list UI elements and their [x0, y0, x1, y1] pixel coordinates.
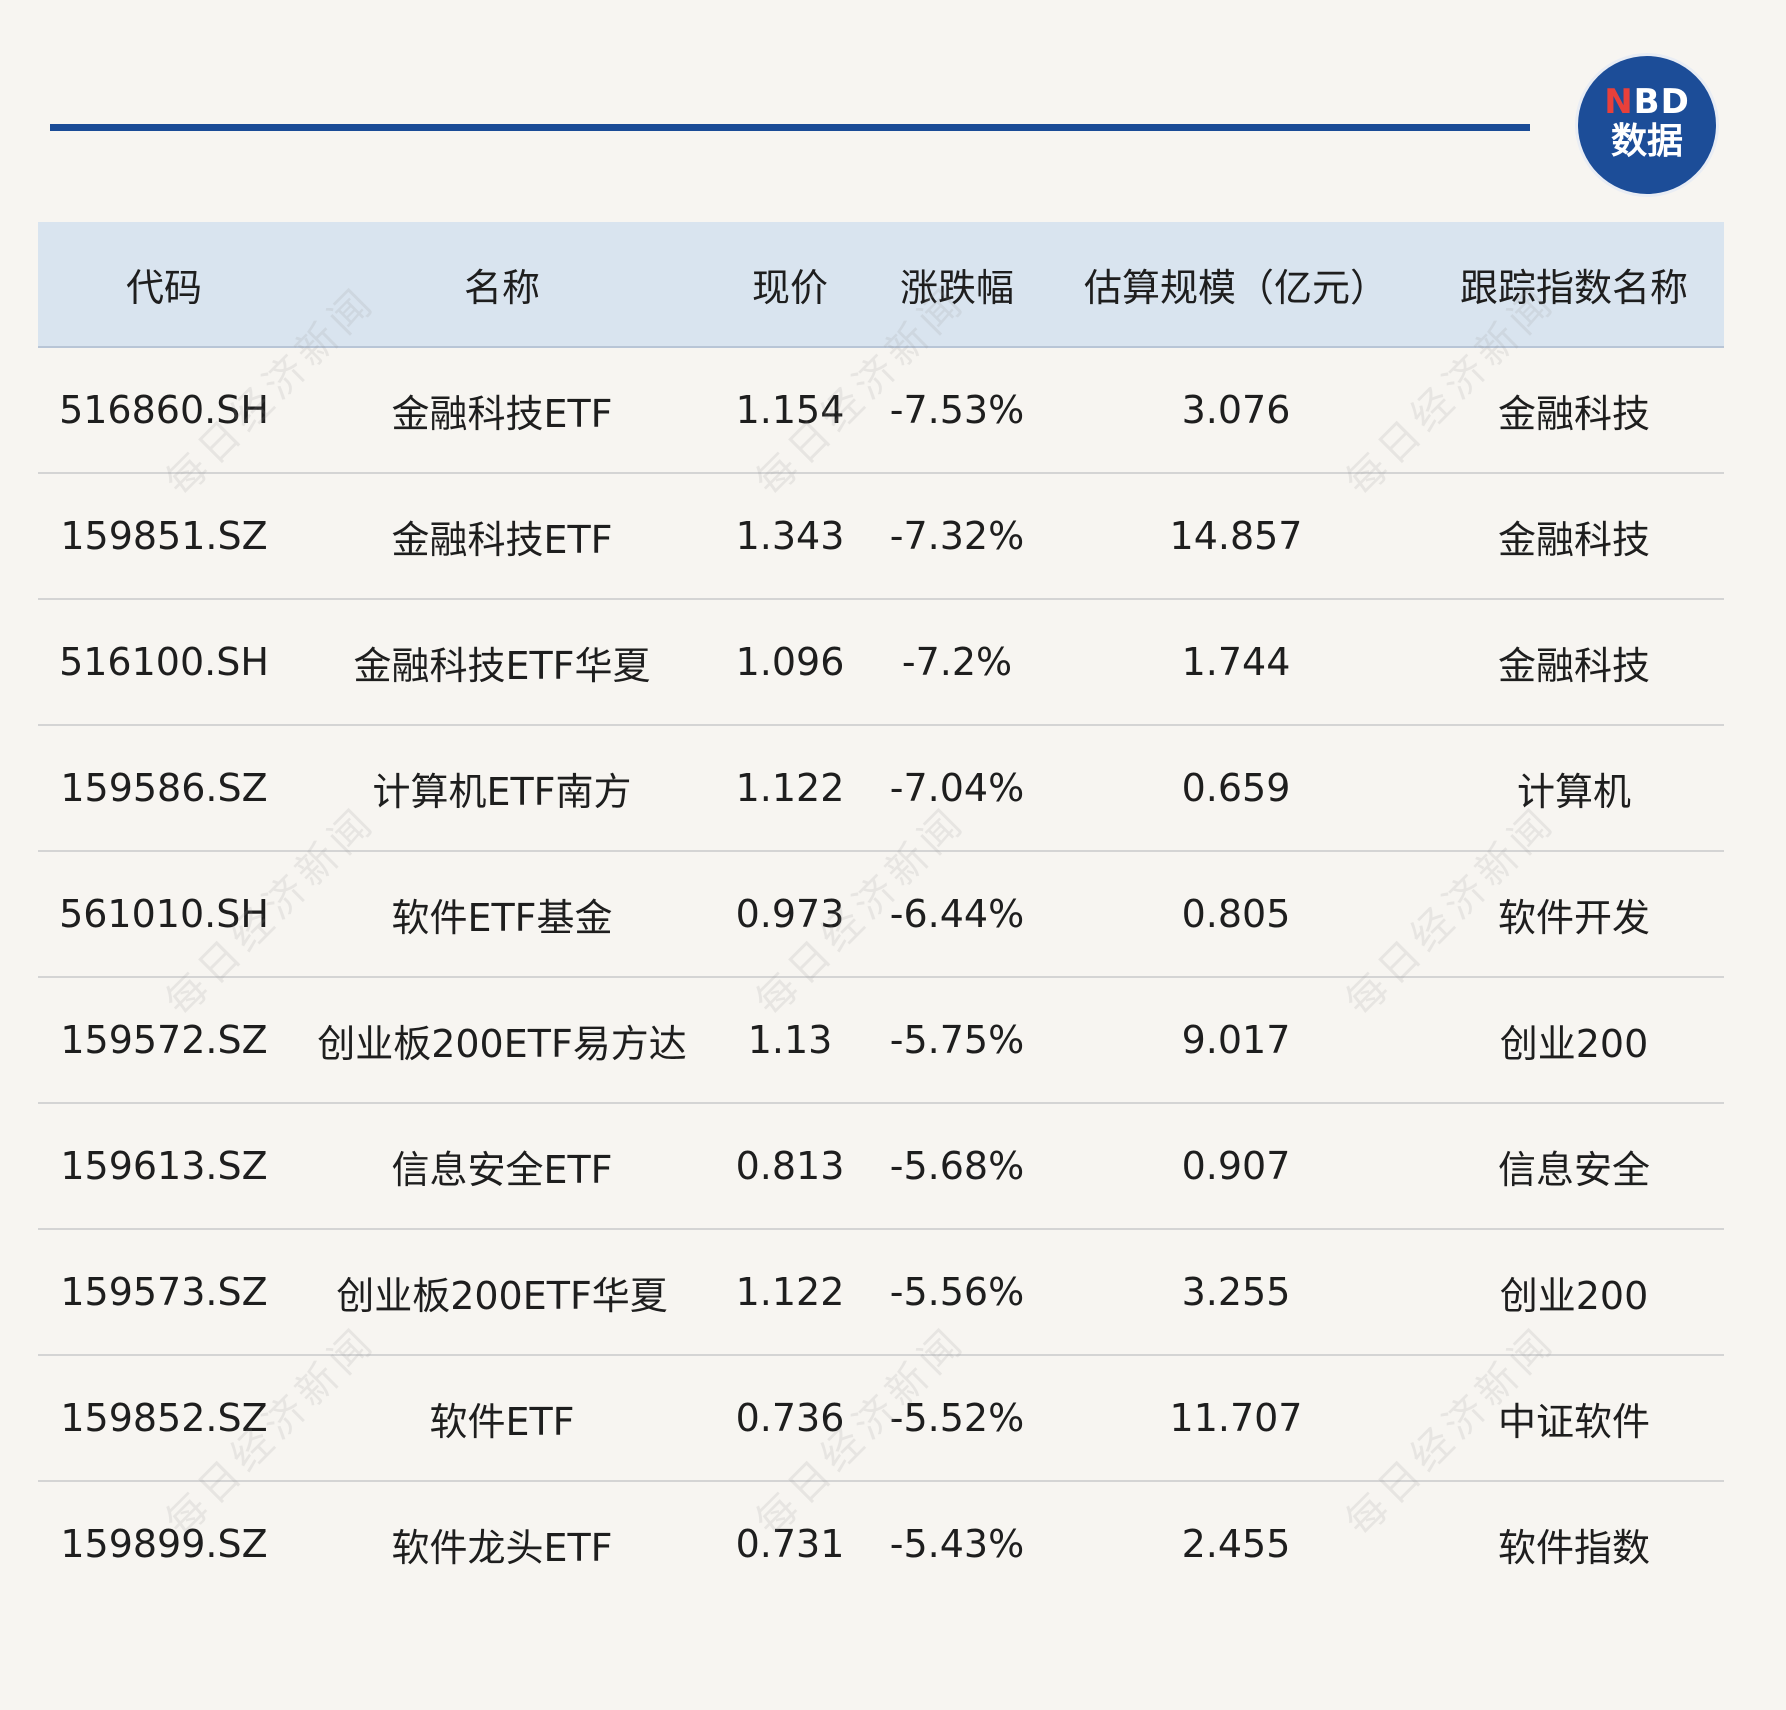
cell-index: 创业200 — [1424, 977, 1724, 1104]
cell-index: 软件开发 — [1424, 851, 1724, 978]
etf-table-container: 代码 名称 现价 涨跌幅 估算规模（亿元） 跟踪指数名称 516860.SH 金… — [38, 222, 1724, 1606]
cell-price: 1.122 — [714, 1229, 866, 1356]
cell-name: 计算机ETF南方 — [290, 725, 714, 852]
cell-price: 0.731 — [735, 1522, 845, 1566]
cell-code: 159851.SZ — [38, 473, 290, 600]
table-row: 159899.SZ 软件龙头ETF 0.731 -5.43% 2.455 软件指… — [38, 1481, 1724, 1606]
header-change: 涨跌幅 — [866, 222, 1048, 348]
cell-change: -5.52% — [866, 1355, 1048, 1482]
cell-name: 创业板200ETF华夏 — [290, 1229, 714, 1356]
table-row: 159573.SZ 创业板200ETF华夏 1.122 -5.56% 3.255… — [38, 1229, 1724, 1356]
cell-index: 金融科技 — [1424, 599, 1724, 726]
logo-line1: NBD — [1578, 84, 1716, 120]
cell-code: 516100.SH — [38, 599, 290, 726]
cell-code: 159572.SZ — [38, 977, 290, 1104]
table-row: 159572.SZ 创业板200ETF易方达 1.13 -5.75% 9.017… — [38, 977, 1724, 1104]
nbd-data-logo: NBD 数据 — [1578, 56, 1716, 194]
table-row: 561010.SH 软件ETF基金 0.973 -6.44% 0.805 软件开… — [38, 851, 1724, 978]
cell-price: 1.122 — [714, 725, 866, 852]
cell-scale: 3.076 — [1048, 347, 1424, 474]
cell-name: 软件龙头ETF — [391, 1525, 613, 1570]
header-name: 名称 — [290, 222, 714, 348]
cell-change: -5.68% — [866, 1103, 1048, 1230]
logo-n: N — [1604, 82, 1634, 122]
cell-name: 软件ETF — [290, 1355, 714, 1482]
etf-table: 代码 名称 现价 涨跌幅 估算规模（亿元） 跟踪指数名称 516860.SH 金… — [38, 222, 1724, 1606]
cell-index: 金融科技 — [1424, 473, 1724, 600]
cell-price: 1.096 — [714, 599, 866, 726]
cell-scale: 0.805 — [1048, 851, 1424, 978]
logo-bd: BD — [1633, 82, 1690, 122]
cell-index: 软件指数 — [1497, 1525, 1650, 1570]
cell-price: 0.973 — [714, 851, 866, 978]
cell-code: 159573.SZ — [38, 1229, 290, 1356]
table-row: 159613.SZ 信息安全ETF 0.813 -5.68% 0.907 信息安… — [38, 1103, 1724, 1230]
cell-code: 159852.SZ — [38, 1355, 290, 1482]
cell-scale: 2.455 — [1181, 1522, 1291, 1566]
cell-index: 计算机 — [1424, 725, 1724, 852]
cell-index: 金融科技 — [1424, 347, 1724, 474]
cell-code: 561010.SH — [38, 851, 290, 978]
cell-name: 信息安全ETF — [290, 1103, 714, 1230]
header-code: 代码 — [38, 222, 290, 348]
cell-change: -7.04% — [866, 725, 1048, 852]
cell-price: 0.736 — [714, 1355, 866, 1482]
header-index: 跟踪指数名称 — [1424, 222, 1724, 348]
cell-name: 金融科技ETF华夏 — [290, 599, 714, 726]
table-row: 159851.SZ 金融科技ETF 1.343 -7.32% 14.857 金融… — [38, 473, 1724, 600]
cell-name: 金融科技ETF — [290, 347, 714, 474]
cell-change: -5.56% — [866, 1229, 1048, 1356]
table-row: 159852.SZ 软件ETF 0.736 -5.52% 11.707 中证软件 — [38, 1355, 1724, 1482]
cell-index: 信息安全 — [1424, 1103, 1724, 1230]
cell-code: 159613.SZ — [38, 1103, 290, 1230]
cell-price: 0.813 — [714, 1103, 866, 1230]
cell-code: 159586.SZ — [38, 725, 290, 852]
cell-price: 1.13 — [714, 977, 866, 1104]
logo-line2: 数据 — [1610, 121, 1683, 162]
table-header-row: 代码 名称 现价 涨跌幅 估算规模（亿元） 跟踪指数名称 — [38, 222, 1724, 348]
cell-code: 159899.SZ — [60, 1522, 268, 1566]
cell-change: -7.32% — [866, 473, 1048, 600]
cell-scale: 3.255 — [1048, 1229, 1424, 1356]
top-rule — [50, 124, 1530, 131]
cell-price: 1.343 — [714, 473, 866, 600]
cell-scale: 0.907 — [1048, 1103, 1424, 1230]
table-row: 516860.SH 金融科技ETF 1.154 -7.53% 3.076 金融科… — [38, 347, 1724, 474]
cell-change: -6.44% — [866, 851, 1048, 978]
cell-scale: 1.744 — [1048, 599, 1424, 726]
cell-change: -5.75% — [866, 977, 1048, 1104]
cell-index: 创业200 — [1424, 1229, 1724, 1356]
cell-code: 516860.SH — [38, 347, 290, 474]
table-row: 159586.SZ 计算机ETF南方 1.122 -7.04% 0.659 计算… — [38, 725, 1724, 852]
cell-change: -7.2% — [866, 599, 1048, 726]
table-row: 516100.SH 金融科技ETF华夏 1.096 -7.2% 1.744 金融… — [38, 599, 1724, 726]
header-price: 现价 — [714, 222, 866, 348]
cell-scale: 0.659 — [1048, 725, 1424, 852]
cell-scale: 9.017 — [1048, 977, 1424, 1104]
header-scale: 估算规模（亿元） — [1048, 222, 1424, 348]
cell-change: -5.43% — [889, 1522, 1025, 1566]
cell-name: 创业板200ETF易方达 — [290, 977, 714, 1104]
cell-name: 软件ETF基金 — [290, 851, 714, 978]
cell-change: -7.53% — [866, 347, 1048, 474]
cell-index: 中证软件 — [1424, 1355, 1724, 1482]
cell-name: 金融科技ETF — [290, 473, 714, 600]
cell-scale: 14.857 — [1048, 473, 1424, 600]
cell-scale: 11.707 — [1048, 1355, 1424, 1482]
cell-price: 1.154 — [714, 347, 866, 474]
